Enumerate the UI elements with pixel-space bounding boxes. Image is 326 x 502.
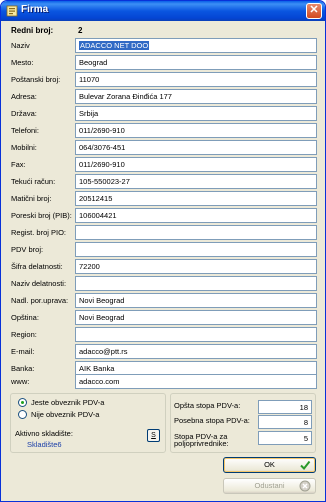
field-label: Šifra delatnosti: [11, 262, 63, 271]
field-row-mesto: Mesto: Beograd [1, 55, 325, 71]
window-title: Firma [21, 4, 49, 15]
pib-input[interactable]: 106004421 [75, 208, 317, 223]
field-row-www: www: adacco.com [1, 374, 325, 390]
field-label: Država: [11, 109, 37, 118]
ok-button-label: OK [264, 460, 275, 469]
pdv-rate-special-input[interactable]: 8 [258, 415, 312, 429]
field-row-pdv-broj: PDV broj: [1, 242, 325, 258]
pdv-broj-input[interactable] [75, 242, 317, 257]
checkmark-icon [300, 460, 311, 471]
field-row-telefoni: Telefoni: 011/2690-910 [1, 123, 325, 139]
field-row-poreska-uprava: Nadl. por.uprava: Novi Beograd [1, 293, 325, 309]
field-label: Banka: [11, 364, 35, 373]
title-bar: Firma ✕ [1, 1, 325, 21]
www-input[interactable]: adacco.com [75, 374, 317, 389]
naziv-input[interactable]: ADACCO NET DOO [75, 38, 317, 53]
pdv-rate-general: Opšta stopa PDV-a: 18 [174, 400, 314, 414]
radio-unselected-icon [18, 410, 27, 419]
firma-dialog: Firma ✕ Redni broj: 2 Naziv ADACCO NET D… [0, 0, 326, 502]
field-label: Regist. broj PIO: [11, 228, 67, 237]
field-label: Adresa: [11, 92, 37, 101]
warehouse-value-link[interactable]: Skladište6 [27, 440, 62, 449]
pio-input[interactable] [75, 225, 317, 240]
cancel-button-label: Odustani [254, 481, 285, 490]
pdv-rate-general-input[interactable]: 18 [258, 400, 312, 414]
serial-number-label: Redni broj: [11, 26, 54, 35]
field-label: Telefoni: [11, 126, 39, 135]
field-row-drzava: Država: Srbija [1, 106, 325, 122]
poreska-uprava-input[interactable]: Novi Beograd [75, 293, 317, 308]
field-row-tekuci-racun: Tekući račun: 105-550023-27 [1, 174, 325, 190]
field-label: Poreski broj (PIB): [11, 211, 72, 220]
pdv-rate-farmers: Stopa PDV-a za poljoprivrednike: 5 [174, 431, 314, 448]
field-row-fax: Fax: 011/2690-910 [1, 157, 325, 173]
pdv-rate-label: Posebna stopa PDV-a: [174, 416, 250, 425]
radio-label: Nije obveznik PDV-a [31, 410, 100, 419]
opstina-input[interactable]: Novi Beograd [75, 310, 317, 325]
field-label: PDV broj: [11, 245, 44, 254]
ok-button[interactable]: OK [223, 457, 316, 473]
field-row-naziv-delatnosti: Naziv delatnosti: [1, 276, 325, 292]
field-label: Fax: [11, 160, 26, 169]
postanski-broj-input[interactable]: 11070 [75, 72, 317, 87]
warehouse-select-button[interactable]: S [147, 429, 160, 442]
field-label: Tekući račun: [11, 177, 56, 186]
field-label: Naziv [11, 41, 30, 50]
field-label: Nadl. por.uprava: [11, 296, 69, 305]
telefoni-input[interactable]: 011/2690-910 [75, 123, 317, 138]
serial-number-value: 2 [78, 26, 83, 35]
naziv-delatnosti-input[interactable] [75, 276, 317, 291]
field-label: www: [11, 377, 30, 386]
sifra-delatnosti-input[interactable]: 72200 [75, 259, 317, 274]
field-row-mobilni: Mobilni: 064/3076-451 [1, 140, 325, 156]
field-row-postanski-broj: Poštanski broj: 11070 [1, 72, 325, 88]
window-app-icon [6, 5, 18, 17]
cancel-button[interactable]: Odustani [223, 478, 316, 494]
field-row-region: Region: [1, 327, 325, 343]
field-row-maticni-broj: Matični broj: 20512415 [1, 191, 325, 207]
field-label: Region: [11, 330, 37, 339]
region-input[interactable] [75, 327, 317, 342]
pdv-rate-special: Posebna stopa PDV-a: 8 [174, 415, 314, 429]
radio-selected-icon [18, 398, 27, 407]
mesto-input[interactable]: Beograd [75, 55, 317, 70]
field-row-adresa: Adresa: Bulevar Zorana Đinđića 177 [1, 89, 325, 105]
field-row-pio: Regist. broj PIO: [1, 225, 325, 241]
radio-label: Jeste obveznik PDV-a [31, 398, 105, 407]
pdv-rate-label: Stopa PDV-a za poljoprivrednike: [174, 432, 229, 448]
email-input[interactable]: adacco@ptt.rs [75, 344, 317, 359]
field-row-pib: Poreski broj (PIB): 106004421 [1, 208, 325, 224]
mobilni-input[interactable]: 064/3076-451 [75, 140, 317, 155]
tekuci-racun-input[interactable]: 105-550023-27 [75, 174, 317, 189]
adresa-input[interactable]: Bulevar Zorana Đinđića 177 [75, 89, 317, 104]
fax-input[interactable]: 011/2690-910 [75, 157, 317, 172]
field-label: Mobilni: [11, 143, 37, 152]
field-row-email: E-mail: adacco@ptt.rs [1, 344, 325, 360]
field-label: Matični broj: [11, 194, 52, 203]
maticni-broj-input[interactable]: 20512415 [75, 191, 317, 206]
cancel-icon [299, 480, 311, 492]
field-row-opstina: Opština: Novi Beograd [1, 310, 325, 326]
drzava-input[interactable]: Srbija [75, 106, 317, 121]
field-label: Mesto: [11, 58, 34, 67]
close-button[interactable]: ✕ [306, 3, 322, 19]
field-label: Naziv delatnosti: [11, 279, 67, 288]
field-row-sifra-delatnosti: Šifra delatnosti: 72200 [1, 259, 325, 275]
field-row-naziv: Naziv ADACCO NET DOO [1, 38, 325, 54]
field-label: Opština: [11, 313, 39, 322]
field-label: E-mail: [11, 347, 35, 356]
field-label: Poštanski broj: [11, 75, 61, 84]
pdv-rate-label: Opšta stopa PDV-a: [174, 401, 241, 410]
warehouse-label: Aktivno skladište: [15, 429, 73, 438]
pdv-rate-farmers-input[interactable]: 5 [258, 431, 312, 445]
